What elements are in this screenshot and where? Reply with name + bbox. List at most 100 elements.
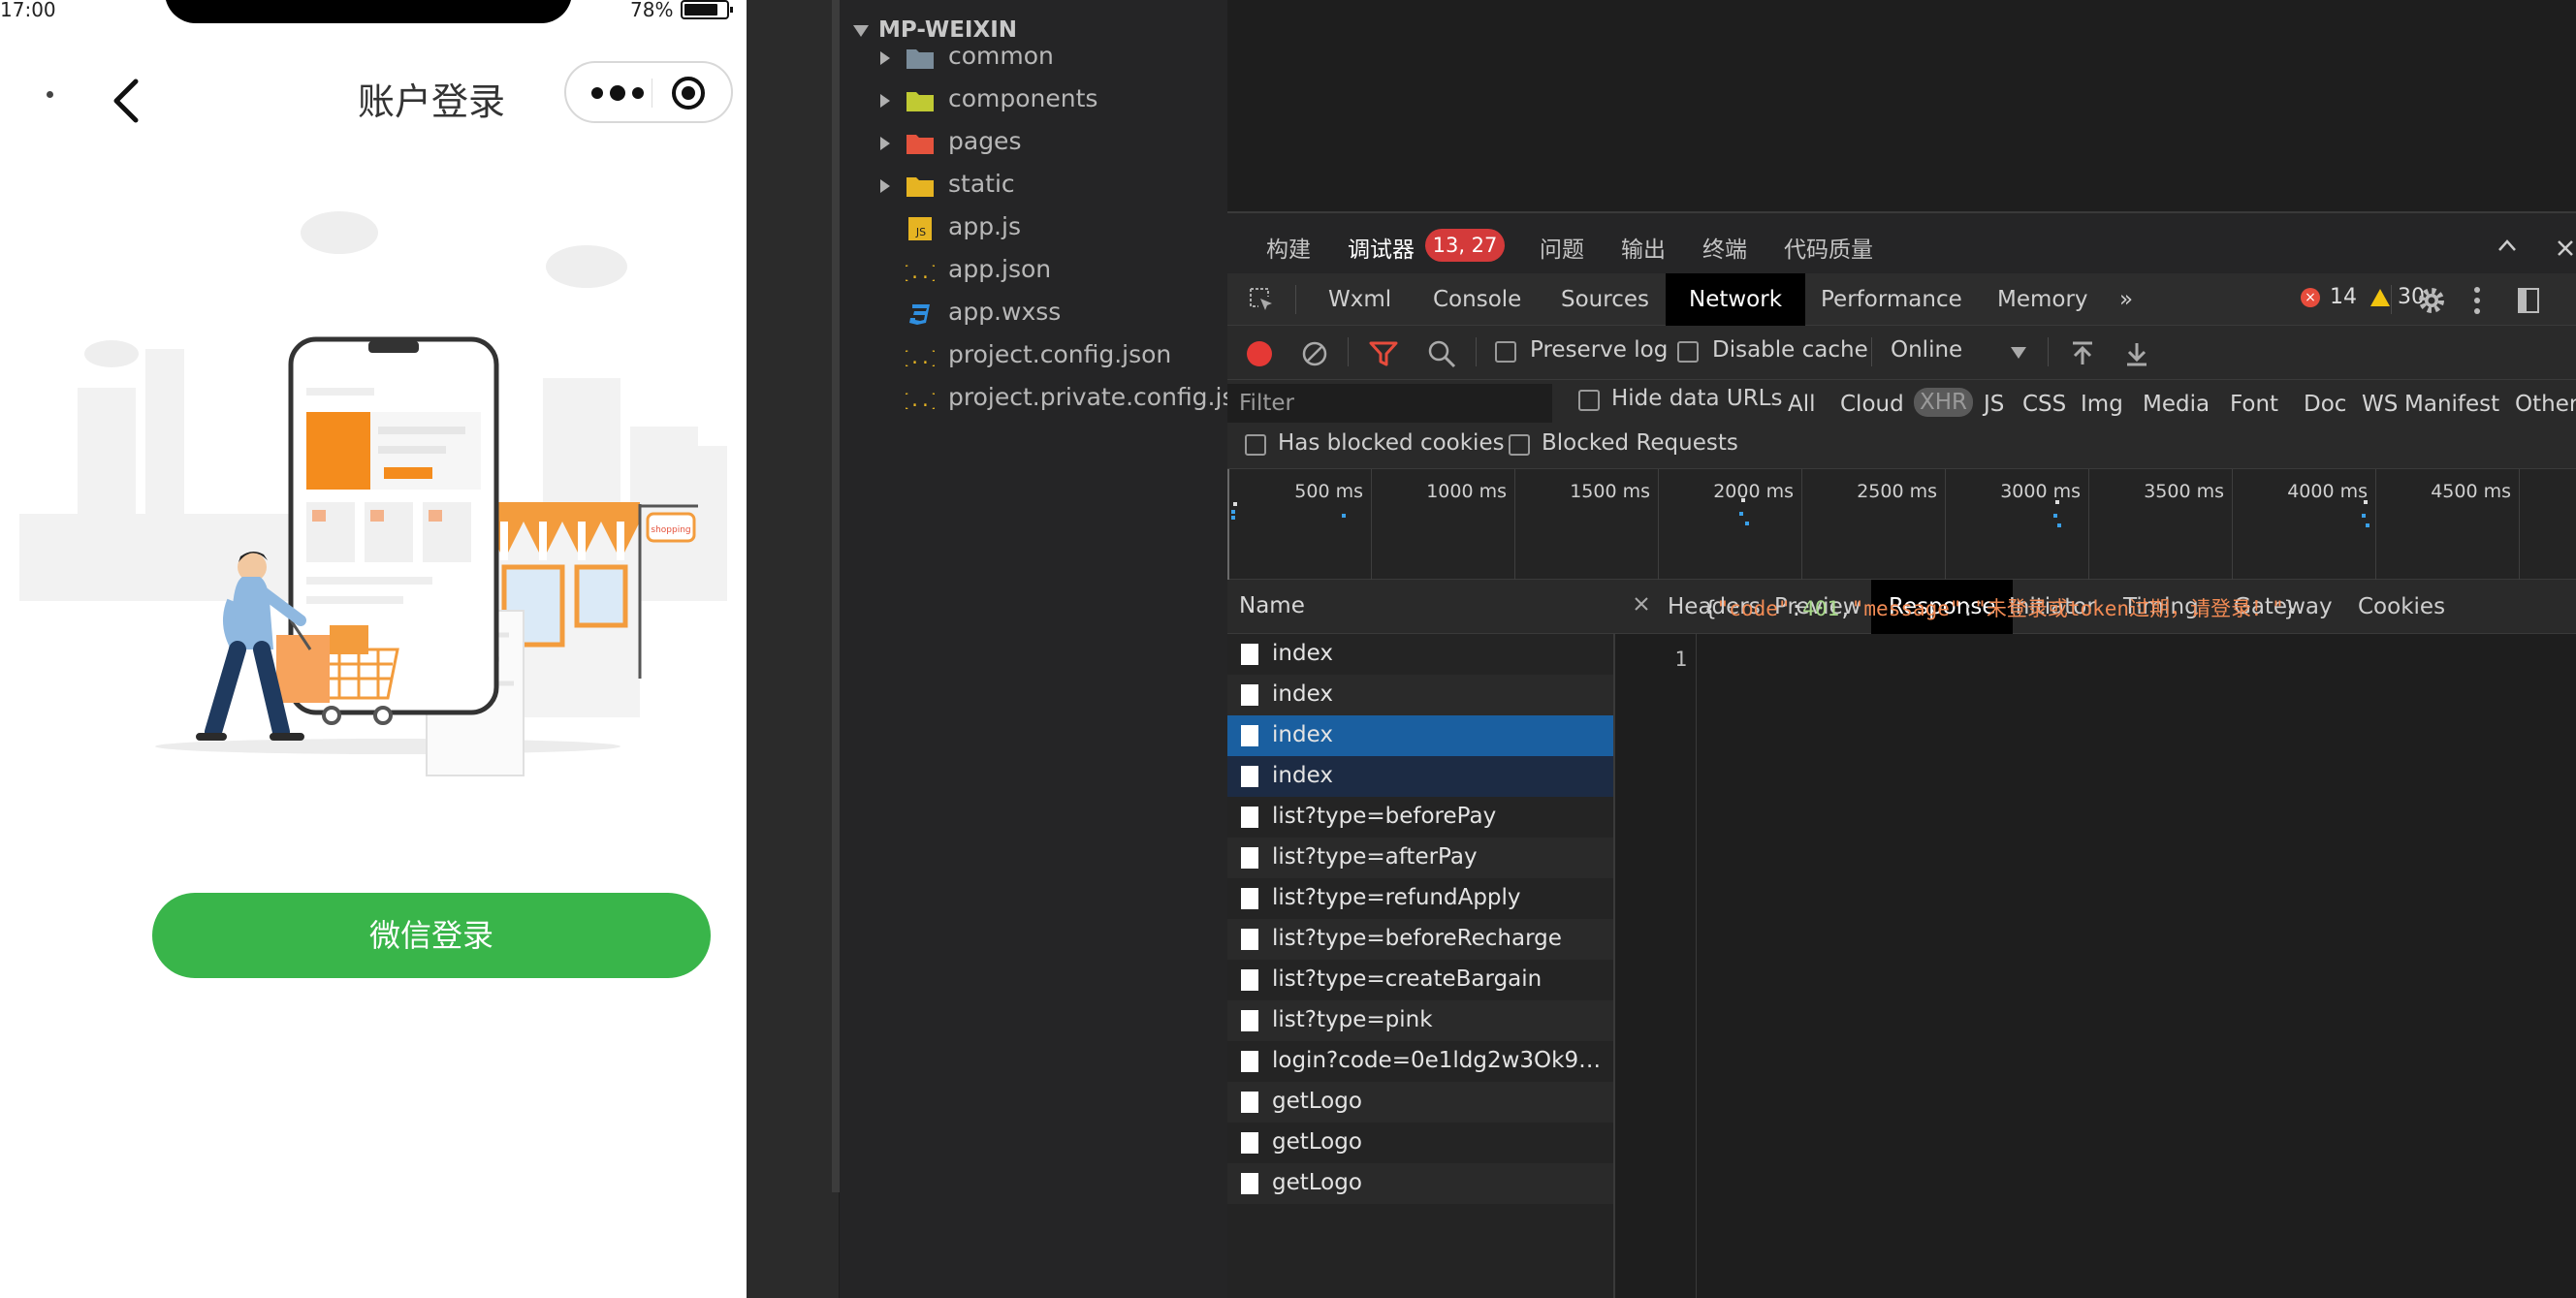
request-row[interactable]: getLogo	[1227, 1082, 1613, 1123]
request-row[interactable]: login?code=0e1ldg2w3Ok945...	[1227, 1041, 1613, 1082]
filter-input[interactable]	[1227, 384, 1552, 423]
request-row[interactable]: index	[1227, 634, 1613, 675]
response-body[interactable]: {"code":401,"message":"未登录或token过期，请登录！"…	[1704, 593, 2296, 622]
filter-icon[interactable]	[1369, 340, 1398, 367]
filter-type-xhr[interactable]: XHR	[1914, 388, 1974, 417]
network-filter-bar: Hide data URLs All Cloud XHR JS CSS Img …	[1227, 380, 2576, 469]
tab-issues[interactable]: 问题	[1540, 231, 1584, 264]
expand-caret-icon[interactable]	[880, 179, 890, 193]
file-tree-item[interactable]: {..} project.config.json	[840, 337, 1227, 376]
timeline-request-mark	[2055, 500, 2059, 504]
disable-cache-checkbox[interactable]	[1677, 341, 1699, 363]
filter-type-img[interactable]: Img	[2081, 392, 2123, 417]
error-icon: ×	[2301, 288, 2320, 307]
request-name: list?type=afterPay	[1272, 844, 1478, 870]
request-row[interactable]: getLogo	[1227, 1123, 1613, 1163]
tab-sources[interactable]: Sources	[1561, 273, 1649, 326]
file-tree-label: project.config.json	[948, 340, 1172, 368]
filter-type-media[interactable]: Media	[2143, 392, 2210, 417]
request-row[interactable]: list?type=beforePay	[1227, 797, 1613, 838]
timeline-tick-label: 1500 ms	[1570, 481, 1650, 502]
chevron-down-icon[interactable]	[2011, 347, 2026, 359]
app-root: 17:00 78% 账户登录 shopping 微信登录 MP-WEIXIN c…	[0, 0, 2576, 1298]
tab-cookies[interactable]: Cookies	[2358, 580, 2445, 634]
inspect-element-icon[interactable]	[1247, 285, 1276, 314]
filter-type-ws[interactable]: WS	[2362, 392, 2398, 417]
clear-icon[interactable]	[1301, 340, 1328, 367]
tab-network[interactable]: Network	[1666, 273, 1806, 326]
tab-terminal[interactable]: 终端	[1702, 231, 1747, 264]
file-tree-item[interactable]: JS app.js	[840, 209, 1227, 248]
expand-caret-icon[interactable]	[880, 137, 890, 150]
more-dots-icon[interactable]	[588, 79, 648, 107]
timeline-request-mark	[1231, 510, 1235, 514]
filter-type-manifest[interactable]: Manifest	[2404, 392, 2499, 417]
request-row[interactable]: list?type=refundApply	[1227, 878, 1613, 919]
request-row[interactable]: index	[1227, 675, 1613, 715]
search-icon[interactable]	[1427, 339, 1456, 368]
close-detail-icon[interactable]	[1633, 595, 1650, 613]
request-row[interactable]: list?type=createBargain	[1227, 960, 1613, 1000]
filter-type-other[interactable]: Other	[2515, 392, 2576, 417]
export-har-icon[interactable]	[2123, 339, 2150, 368]
tab-build[interactable]: 构建	[1266, 231, 1311, 264]
dock-side-icon[interactable]	[2517, 287, 2540, 314]
filter-type-js[interactable]: JS	[1984, 392, 2004, 417]
chevron-up-icon[interactable]	[2497, 238, 2517, 252]
back-arrow-icon[interactable]	[105, 74, 153, 128]
filter-type-doc[interactable]: Doc	[2304, 392, 2346, 417]
expand-caret-icon[interactable]	[880, 51, 890, 65]
filter-type-font[interactable]: Font	[2230, 392, 2278, 417]
tab-output[interactable]: 输出	[1621, 231, 1666, 264]
preserve-log-checkbox[interactable]	[1495, 341, 1516, 363]
simulator-scrollbar[interactable]	[832, 0, 840, 1192]
expand-caret-icon[interactable]	[880, 94, 890, 108]
more-tabs-chevron-icon[interactable]: »	[2119, 273, 2133, 326]
timeline-tick-label: 4500 ms	[2431, 481, 2511, 502]
gear-icon[interactable]	[2416, 285, 2447, 316]
tab-console[interactable]: Console	[1433, 273, 1521, 326]
close-target-icon[interactable]	[671, 76, 706, 111]
svg-text:{..}: {..}	[906, 391, 935, 411]
kebab-menu-icon[interactable]	[2472, 285, 2482, 316]
name-column-header[interactable]: Name	[1227, 580, 1615, 634]
wechat-login-button[interactable]: 微信登录	[152, 893, 711, 978]
has-blocked-cookies-checkbox[interactable]	[1245, 434, 1266, 456]
file-tree-item[interactable]: common	[840, 39, 1227, 78]
tab-code-quality[interactable]: 代码质量	[1784, 231, 1873, 264]
file-tree-label: pages	[948, 127, 1022, 155]
file-tree-item[interactable]: components	[840, 81, 1227, 120]
blocked-requests-checkbox[interactable]	[1509, 434, 1530, 456]
console-counts[interactable]: × 14 30	[2301, 285, 2425, 309]
tab-memory[interactable]: Memory	[1997, 273, 2088, 326]
file-tree-item[interactable]: static	[840, 167, 1227, 206]
close-icon[interactable]	[2556, 238, 2575, 258]
file-tree-item[interactable]: {..} app.json	[840, 252, 1227, 291]
document-icon	[1241, 644, 1258, 665]
record-button[interactable]	[1247, 341, 1272, 366]
document-icon	[1241, 1092, 1258, 1113]
hide-data-urls-checkbox[interactable]	[1578, 390, 1600, 411]
request-row[interactable]: list?type=pink	[1227, 1000, 1613, 1041]
filter-type-all[interactable]: All	[1788, 392, 1816, 417]
request-row[interactable]: getLogo	[1227, 1163, 1613, 1204]
request-row[interactable]: index	[1227, 715, 1613, 756]
has-blocked-cookies-label: Has blocked cookies	[1278, 430, 1505, 456]
throttling-select[interactable]: Online	[1891, 337, 1962, 363]
tab-performance[interactable]: Performance	[1821, 273, 1962, 326]
request-row[interactable]: list?type=afterPay	[1227, 838, 1613, 878]
import-har-icon[interactable]	[2069, 339, 2096, 368]
filter-type-cloud[interactable]: Cloud	[1840, 392, 1904, 417]
request-name: list?type=beforePay	[1272, 804, 1497, 829]
file-tree-item[interactable]: app.wxss	[840, 295, 1227, 333]
tab-wxml[interactable]: Wxml	[1328, 273, 1391, 326]
network-timeline-overview[interactable]: 500 ms 1000 ms 1500 ms 2000 ms 2500 ms 3000 m…	[1227, 469, 2576, 580]
file-tree-item[interactable]: pages	[840, 124, 1227, 163]
request-row[interactable]: list?type=beforeRecharge	[1227, 919, 1613, 960]
request-row[interactable]: index	[1227, 756, 1613, 797]
filter-type-css[interactable]: CSS	[2022, 392, 2066, 417]
file-tree-item[interactable]: {..} project.private.config.js...	[840, 380, 1257, 419]
tab-debugger[interactable]: 调试器	[1348, 231, 1415, 264]
phone-notch	[165, 0, 572, 23]
file-tree-label: app.json	[948, 255, 1052, 283]
